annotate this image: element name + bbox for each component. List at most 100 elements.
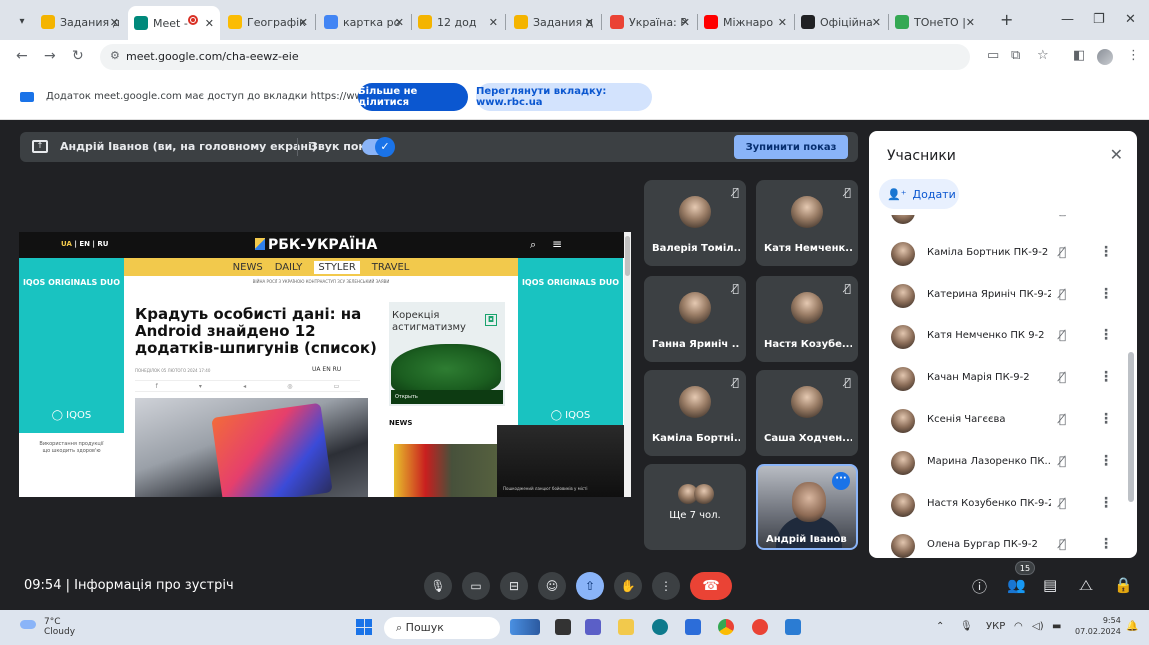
- tab-close-icon[interactable]: ✕: [778, 16, 787, 29]
- more-vert-icon[interactable]: ⋮: [1099, 495, 1113, 511]
- new-tab-button[interactable]: +: [1000, 10, 1013, 29]
- meeting-time-info[interactable]: 09:54 | Інформація про зустріч: [24, 578, 234, 593]
- tray-mic-icon[interactable]: 🎙: [960, 621, 973, 632]
- cast-icon[interactable]: ▭: [987, 48, 999, 63]
- address-bar[interactable]: ⚙ meet.google.com/cha-eewz-eie: [100, 44, 970, 70]
- tab-close-icon[interactable]: ✕: [299, 16, 308, 29]
- site-info-icon[interactable]: ⚙: [110, 49, 120, 62]
- more-vert-icon[interactable]: ⋮: [1099, 215, 1113, 218]
- teams-icon[interactable]: [585, 619, 601, 635]
- browser-tab[interactable]: Meet - ✕: [128, 6, 220, 40]
- mic-off-icon[interactable]: 🎙̸: [1059, 328, 1066, 342]
- site-nav-news[interactable]: NEWS: [233, 262, 263, 273]
- mic-off-icon[interactable]: 🎙̸: [1059, 287, 1066, 301]
- input-language[interactable]: УКР: [986, 621, 1005, 632]
- restore-icon[interactable]: ❐: [1093, 12, 1105, 27]
- news-photo[interactable]: [394, 444, 499, 497]
- activities-icon[interactable]: ⧍: [1079, 576, 1093, 594]
- participant-row[interactable]: Дар'я Бугрим ПК-9-2 🎙̸ ⋮: [869, 215, 1129, 233]
- side-ad[interactable]: Корекція астигматизму ◘ Открыть: [389, 302, 505, 406]
- meeting-details-icon[interactable]: ⓘ: [972, 576, 987, 597]
- more-vert-icon[interactable]: ⋮: [1099, 327, 1113, 343]
- article-lang-switch[interactable]: UA EN RU: [312, 366, 341, 373]
- windows-start-icon[interactable]: [356, 619, 372, 635]
- side-ad-button[interactable]: Открыть: [391, 390, 503, 404]
- volume-icon[interactable]: ◁): [1032, 621, 1044, 632]
- stop-sharing-button[interactable]: Більше не ділитися: [358, 83, 468, 111]
- participant-row[interactable]: Катя Немченко ПК 9-2 🎙̸ ⋮: [869, 316, 1129, 358]
- tab-close-icon[interactable]: ✕: [205, 17, 214, 30]
- browser-tab[interactable]: Міжнаро ✕: [698, 8, 793, 36]
- site-search-icon[interactable]: ⌕: [530, 238, 536, 252]
- participant-row[interactable]: Марина Лазоренко ПК... 🎙̸ ⋮: [869, 442, 1129, 484]
- translate-icon[interactable]: ⧉: [1011, 48, 1020, 63]
- store-icon[interactable]: [685, 619, 701, 635]
- twitter-icon[interactable]: ▾: [199, 383, 202, 390]
- forward-icon[interactable]: →: [44, 48, 56, 64]
- tab-close-icon[interactable]: ✕: [585, 16, 594, 29]
- stop-presenting-button[interactable]: Зупинити показ: [734, 135, 848, 159]
- browser-tab[interactable]: картка ро ✕: [318, 8, 410, 36]
- notification-bell-icon[interactable]: 🔔: [1126, 621, 1138, 632]
- opera-icon[interactable]: [752, 619, 768, 635]
- minimize-icon[interactable]: —: [1061, 12, 1074, 27]
- tab-close-icon[interactable]: ✕: [395, 16, 404, 29]
- participant-tile[interactable]: 🎙̸ Ганна Яриніч ...: [644, 276, 746, 362]
- microphone-button[interactable]: 🎙: [424, 572, 452, 600]
- more-options-button[interactable]: ⋮: [652, 572, 680, 600]
- news-photo-dark[interactable]: Пошкоджений ланцюг бойовиків у місті: [497, 425, 627, 497]
- facebook-icon[interactable]: f: [156, 383, 158, 390]
- view-shared-tab-button[interactable]: Переглянути вкладку: www.rbc.ua: [476, 83, 652, 111]
- participant-row[interactable]: Ксенія Чагєєва 🎙̸ ⋮: [869, 400, 1129, 442]
- participant-tile[interactable]: 🎙̸ Настя Козубе...: [756, 276, 858, 362]
- add-people-button[interactable]: 👤⁺ Додати: [879, 179, 959, 209]
- mic-off-icon[interactable]: 🎙̸: [1059, 454, 1066, 468]
- more-vert-icon[interactable]: ⋮: [1099, 369, 1113, 385]
- site-nav-styler[interactable]: STYLER: [314, 260, 360, 274]
- mic-off-icon[interactable]: 🎙̸: [1059, 215, 1066, 217]
- battery-icon[interactable]: ▬: [1052, 621, 1061, 632]
- people-icon[interactable]: 👥: [1007, 576, 1026, 594]
- captions-button[interactable]: ⊟: [500, 572, 528, 600]
- reload-icon[interactable]: ↻: [72, 48, 84, 64]
- file-explorer-icon[interactable]: [618, 619, 634, 635]
- participant-tile[interactable]: 🎙̸ Катя Немченк...: [756, 180, 858, 266]
- edge-icon[interactable]: [652, 619, 668, 635]
- browser-tab[interactable]: Географік ✕: [222, 8, 314, 36]
- browser-tab[interactable]: Україна: Р ✕: [604, 8, 696, 36]
- more-vert-icon[interactable]: ⋮: [1099, 453, 1113, 469]
- mic-off-icon[interactable]: 🎙̸: [1059, 245, 1066, 259]
- participant-row[interactable]: Катерина Яриніч ПК-9-2 🎙̸ ⋮: [869, 275, 1129, 317]
- tab-close-icon[interactable]: ✕: [681, 16, 690, 29]
- wifi-icon[interactable]: ◠: [1014, 621, 1023, 632]
- taskbar-clock[interactable]: 9:54 07.02.2024: [1075, 615, 1121, 637]
- mic-off-icon[interactable]: 🎙̸: [1059, 537, 1066, 551]
- browser-tab[interactable]: Задания д ✕: [35, 8, 125, 36]
- back-icon[interactable]: ←: [16, 48, 28, 64]
- close-panel-icon[interactable]: ✕: [1110, 145, 1123, 164]
- tab-close-icon[interactable]: ✕: [872, 16, 881, 29]
- copy-link-icon[interactable]: ▭: [334, 383, 340, 390]
- site-logo[interactable]: РБК-УКРАЇНА: [255, 237, 377, 253]
- ad-banner-left[interactable]: IQOS ORIGINALS DUO ◯ IQOS Використання п…: [19, 258, 124, 497]
- participant-tile[interactable]: 🎙̸ Каміла Бортні...: [644, 370, 746, 456]
- side-panel-icon[interactable]: ◧: [1073, 48, 1085, 63]
- telegram-icon[interactable]: ◂: [243, 383, 246, 390]
- participant-tile[interactable]: 🎙̸ Саша Ходчен...: [756, 370, 858, 456]
- tab-close-icon[interactable]: ✕: [489, 16, 498, 29]
- chat-icon[interactable]: ▤: [1043, 576, 1057, 594]
- more-participants-tile[interactable]: Ще 7 чол.: [644, 464, 746, 550]
- leave-call-button[interactable]: ☎: [690, 572, 732, 600]
- shared-page-scrollbar[interactable]: [624, 232, 631, 497]
- word-icon[interactable]: [785, 619, 801, 635]
- host-controls-icon[interactable]: 🔒: [1114, 576, 1133, 594]
- mic-off-icon[interactable]: 🎙̸: [1059, 370, 1066, 384]
- self-video-tile[interactable]: ··· Андрій Іванов: [756, 464, 858, 550]
- tile-options-icon[interactable]: ···: [832, 472, 850, 490]
- participant-row[interactable]: Каміла Бортник ПК-9-2 🎙̸ ⋮: [869, 233, 1129, 275]
- participants-scrollbar[interactable]: [1128, 352, 1134, 502]
- taskbar-search[interactable]: ⌕ Пошук: [384, 617, 500, 639]
- raise-hand-button[interactable]: ✋: [614, 572, 642, 600]
- participant-row[interactable]: Олена Бургар ПК-9-2 🎙̸ ⋮: [869, 525, 1129, 558]
- present-button[interactable]: ⇧: [576, 572, 604, 600]
